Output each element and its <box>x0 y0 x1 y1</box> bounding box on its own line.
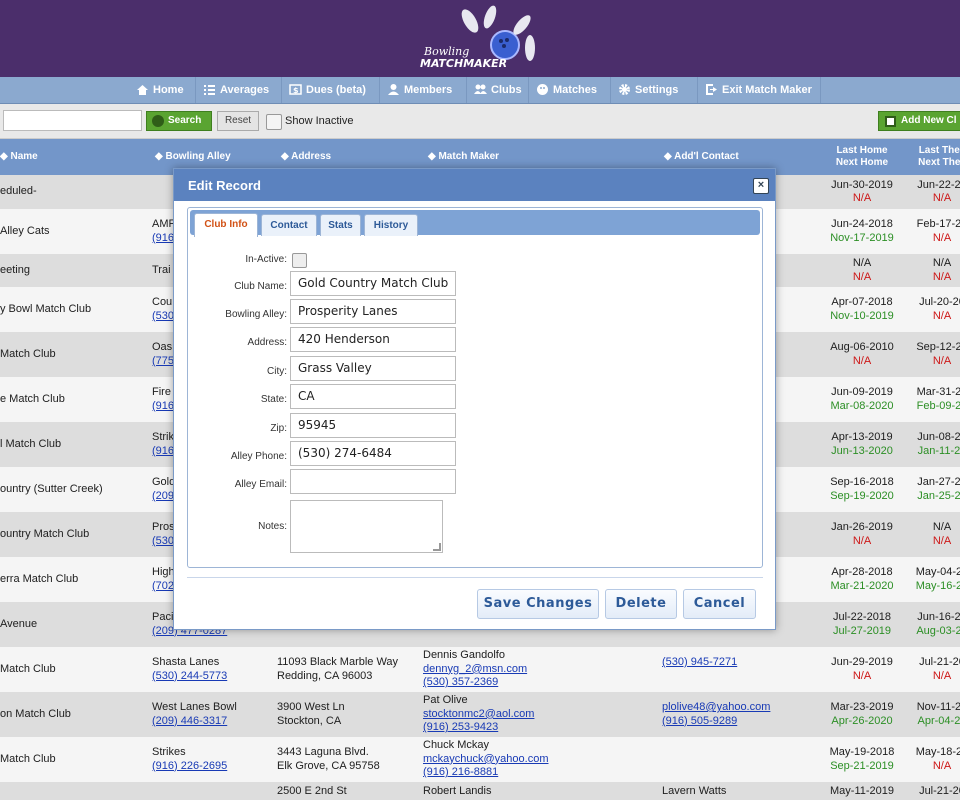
nav-members-label: Members <box>404 84 453 96</box>
show-inactive-label: Show Inactive <box>285 115 354 127</box>
edit-record-dialog: Edit Record × Club Info Contact Stats Hi… <box>173 168 776 630</box>
svg-text:$: $ <box>293 86 299 95</box>
resize-grip-icon[interactable] <box>433 543 441 551</box>
nav-clubs[interactable]: Clubs <box>466 77 530 103</box>
nav-home[interactable]: Home <box>129 77 192 103</box>
exit-icon <box>706 84 717 95</box>
last-there-label: Last There <box>918 145 960 156</box>
person-icon <box>388 84 399 95</box>
delete-button[interactable]: Delete <box>605 589 677 619</box>
nav-matches-label: Matches <box>553 84 598 96</box>
tab-stats[interactable]: Stats <box>320 214 361 236</box>
nav-dues-label: Dues (beta) <box>306 84 366 96</box>
notes-label: Notes: <box>258 521 287 532</box>
state-label: State: <box>260 394 287 405</box>
nav-averages[interactable]: Averages <box>195 77 277 103</box>
nav-dues[interactable]: $ Dues (beta) <box>281 77 374 103</box>
address-label: Address: <box>247 337 287 348</box>
col-last-there-header[interactable]: Last There Next There <box>908 145 960 169</box>
tab-history[interactable]: History <box>364 214 418 236</box>
last-home-label: Last Home <box>836 145 888 156</box>
address-input[interactable]: 420 Henderson <box>290 327 456 352</box>
bowling-alley-input[interactable]: Prosperity Lanes <box>290 299 456 324</box>
add-icon <box>885 116 896 127</box>
nav-settings-label: Settings <box>635 84 679 96</box>
alley-email-label: Alley Email: <box>234 479 287 490</box>
state-input[interactable]: CA <box>290 384 456 409</box>
club-name-input[interactable]: Gold Country Match Club <box>290 271 456 296</box>
close-icon[interactable]: × <box>753 178 769 194</box>
col-last-home-header[interactable]: Last Home Next Home <box>826 145 898 169</box>
city-label: City: <box>267 366 287 377</box>
nav-settings[interactable]: Settings <box>610 77 686 103</box>
nav-members[interactable]: Members <box>379 77 460 103</box>
nav-exit-label: Exit Match Maker <box>722 84 812 96</box>
club-name-label: Club Name: <box>234 281 287 292</box>
alley-email-input[interactable] <box>290 469 456 494</box>
inactive-checkbox[interactable] <box>292 253 307 268</box>
col-alley-header[interactable]: ◆ Bowling Alley <box>155 151 231 162</box>
logo-text-bottom: MATCHMAKER <box>420 57 507 70</box>
search-button-label: Search <box>168 115 202 126</box>
reset-button[interactable]: Reset <box>217 111 259 131</box>
main-nav: Home Averages $ Dues (beta) Members Club… <box>0 77 960 104</box>
col-address-header[interactable]: ◆ Address <box>281 151 331 162</box>
bowling-ball-icon <box>537 84 548 95</box>
nav-matches[interactable]: Matches <box>528 77 605 103</box>
nav-home-label: Home <box>153 84 184 96</box>
dialog-titlebar[interactable]: Edit Record × <box>174 169 775 201</box>
alley-phone-input[interactable]: (530) 274-6484 <box>290 441 456 466</box>
app-header: Bowling MATCHMAKER <box>0 0 960 77</box>
nav-exit[interactable]: Exit Match Maker <box>697 77 821 103</box>
search-toolbar: Search Reset Show Inactive Add New Cl <box>0 104 960 139</box>
next-there-label: Next There <box>918 157 960 168</box>
city-input[interactable]: Grass Valley <box>290 356 456 381</box>
show-inactive-checkbox[interactable] <box>266 114 282 130</box>
dialog-title: Edit Record <box>188 178 261 193</box>
gear-icon <box>619 84 630 95</box>
col-contact-header[interactable]: ◆ Add'l Contact <box>664 151 739 162</box>
dollar-icon: $ <box>289 84 302 95</box>
dialog-divider <box>187 577 763 578</box>
nav-clubs-label: Clubs <box>491 84 522 96</box>
col-name-header[interactable]: ◆ Name <box>0 151 38 162</box>
zip-label: Zip: <box>270 423 287 434</box>
next-home-label: Next Home <box>835 157 889 168</box>
inactive-label: In-Active: <box>245 254 287 265</box>
club-info-form: In-Active: Club Name: Bowling Alley: Add… <box>188 208 287 568</box>
home-icon <box>137 85 148 95</box>
bowling-matchmaker-logo[interactable]: Bowling MATCHMAKER <box>410 3 545 75</box>
list-icon <box>204 85 215 95</box>
alley-phone-label: Alley Phone: <box>230 451 287 462</box>
dialog-tabs-panel: Club Info Contact Stats History In-Activ… <box>187 207 763 568</box>
add-new-club-button[interactable]: Add New Cl <box>878 111 960 131</box>
bowling-alley-label: Bowling Alley: <box>225 309 287 320</box>
notes-textarea[interactable] <box>290 500 443 553</box>
search-icon <box>152 115 164 127</box>
nav-averages-label: Averages <box>220 84 270 96</box>
col-matchmaker-header[interactable]: ◆ Match Maker <box>428 151 499 162</box>
search-input[interactable] <box>3 110 142 131</box>
save-changes-button[interactable]: Save Changes <box>477 589 599 619</box>
cancel-button[interactable]: Cancel <box>683 589 756 619</box>
zip-input[interactable]: 95945 <box>290 413 456 438</box>
add-new-club-label: Add New Cl <box>901 115 957 126</box>
search-button[interactable]: Search <box>146 111 212 131</box>
group-icon <box>474 84 487 94</box>
